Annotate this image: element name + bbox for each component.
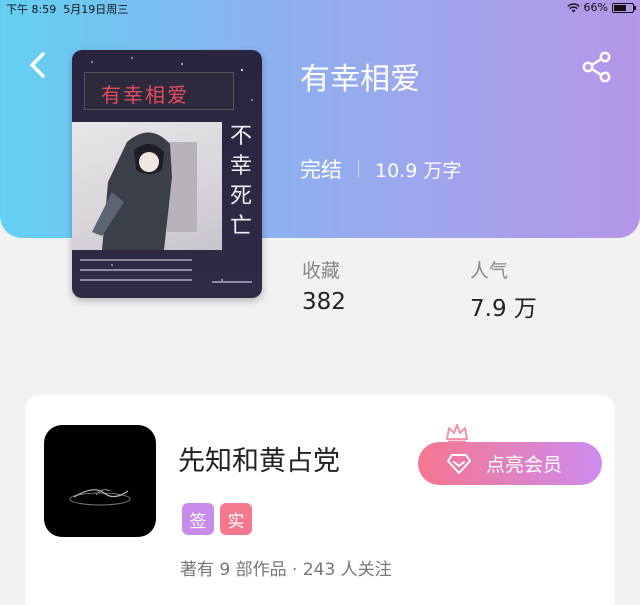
battery-icon xyxy=(612,2,636,13)
author-stats: 著有 9 部作品 · 243 人关注 xyxy=(180,560,392,580)
back-button[interactable] xyxy=(22,48,52,82)
verified-badge: 实 xyxy=(220,503,252,535)
author-card: 先知和黄占党 点亮会员 签 实 著有 9 部作品 · 243 人关注 xyxy=(25,395,615,605)
cover-footer-text-lines xyxy=(80,259,252,283)
author-avatar[interactable] xyxy=(44,425,156,537)
favorites-label: 收藏 xyxy=(302,260,341,282)
favorites-stat: 收藏 382 xyxy=(302,256,346,315)
book-cover[interactable]: 有幸相爱 不幸死亡 xyxy=(72,50,262,298)
share-icon xyxy=(582,51,611,83)
popularity-stat: 人气 7.9 万 xyxy=(470,256,537,323)
cover-side-text: 不幸死亡 xyxy=(228,122,258,250)
word-count: 10.9 万字 xyxy=(375,159,462,182)
signed-badge: 签 xyxy=(182,503,214,535)
author-name[interactable]: 先知和黄占党 xyxy=(178,439,340,478)
battery-level xyxy=(614,4,626,11)
book-status: 完结 xyxy=(300,158,342,182)
popularity-label: 人气 xyxy=(470,260,509,282)
share-button[interactable] xyxy=(580,50,614,84)
battery-percent: 66% xyxy=(583,1,608,14)
crown-icon xyxy=(446,424,468,443)
cover-illustration xyxy=(72,122,222,250)
hooded-figure-illustration xyxy=(92,132,197,250)
status-indicators: 66% xyxy=(566,1,636,14)
diamond-icon xyxy=(447,453,471,474)
book-title: 有幸相爱 xyxy=(300,62,420,97)
chevron-left-icon xyxy=(30,52,45,78)
popularity-value: 7.9 万 xyxy=(470,296,537,322)
avatar-artwork xyxy=(69,489,131,506)
wifi-icon xyxy=(566,2,580,12)
cover-title-text: 有幸相爱 xyxy=(101,83,189,107)
meta-divider xyxy=(358,160,359,178)
author-badges: 签 实 xyxy=(182,503,252,535)
cover-title-box: 有幸相爱 xyxy=(84,72,234,110)
status-bar: 下午 8:59 5月19日周三 66% xyxy=(0,0,640,16)
vip-button[interactable]: 点亮会员 xyxy=(418,442,602,485)
favorites-value: 382 xyxy=(302,289,346,315)
vip-button-label: 点亮会员 xyxy=(486,454,563,476)
book-meta: 完结 10.9 万字 xyxy=(300,154,461,184)
cover-side-text-label: 不幸死亡 xyxy=(230,124,253,239)
status-time: 下午 8:59 5月19日周三 xyxy=(6,3,129,16)
